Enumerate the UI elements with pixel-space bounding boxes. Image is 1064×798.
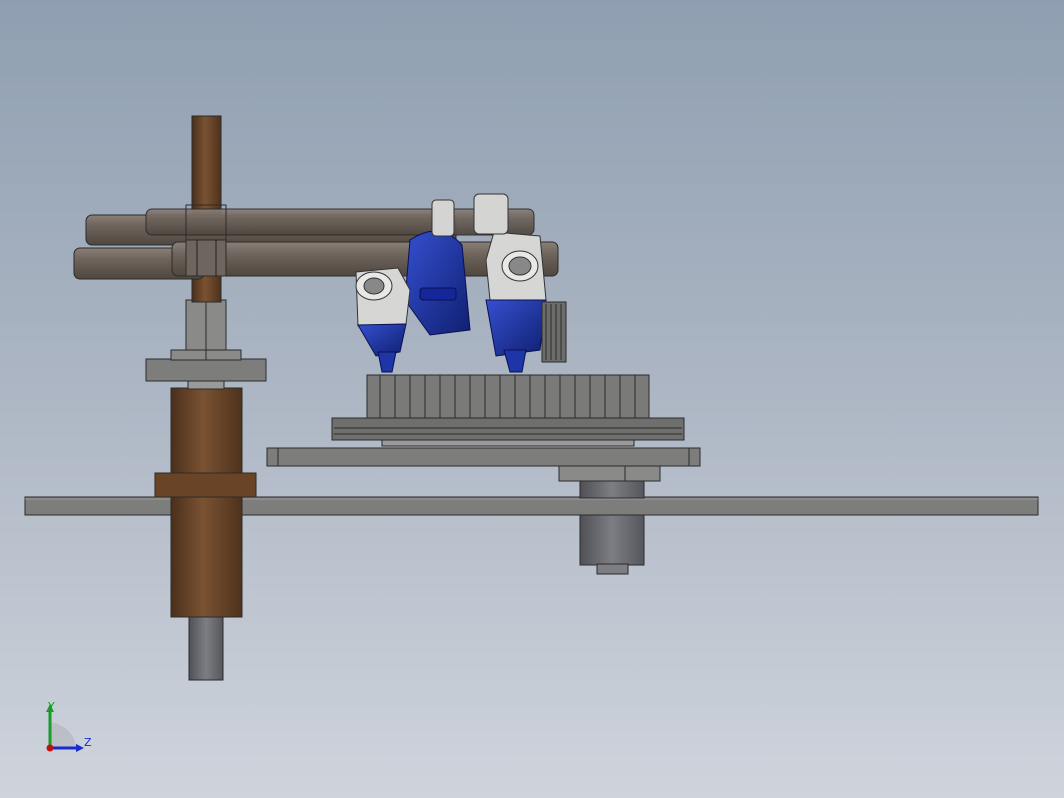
- gear-housing[interactable]: [331, 374, 685, 447]
- assembly-model[interactable]: [0, 0, 1064, 798]
- stage-motor-body[interactable]: [579, 514, 645, 566]
- right-blue-motor[interactable]: [485, 299, 547, 357]
- origin-dot-icon: [46, 744, 54, 752]
- z-axis-arrow-icon: [76, 744, 84, 752]
- z-axis-label: Z: [84, 736, 92, 749]
- column-bearing-plate[interactable]: [145, 358, 267, 382]
- column-flange[interactable]: [154, 472, 257, 498]
- triad-plane-icon: [50, 722, 76, 748]
- turntable-disc[interactable]: [331, 417, 685, 441]
- left-blue-motor[interactable]: [357, 323, 407, 357]
- stage-plate[interactable]: [266, 447, 701, 467]
- column-lower-shaft[interactable]: [188, 614, 224, 681]
- y-axis-label: Y: [47, 700, 55, 713]
- cad-graphics-viewport[interactable]: Y Z: [0, 0, 1064, 798]
- column-bronze-sleeve[interactable]: [170, 387, 243, 618]
- coordinate-triad: Y Z: [46, 700, 92, 752]
- left-column-assembly[interactable]: [145, 115, 267, 681]
